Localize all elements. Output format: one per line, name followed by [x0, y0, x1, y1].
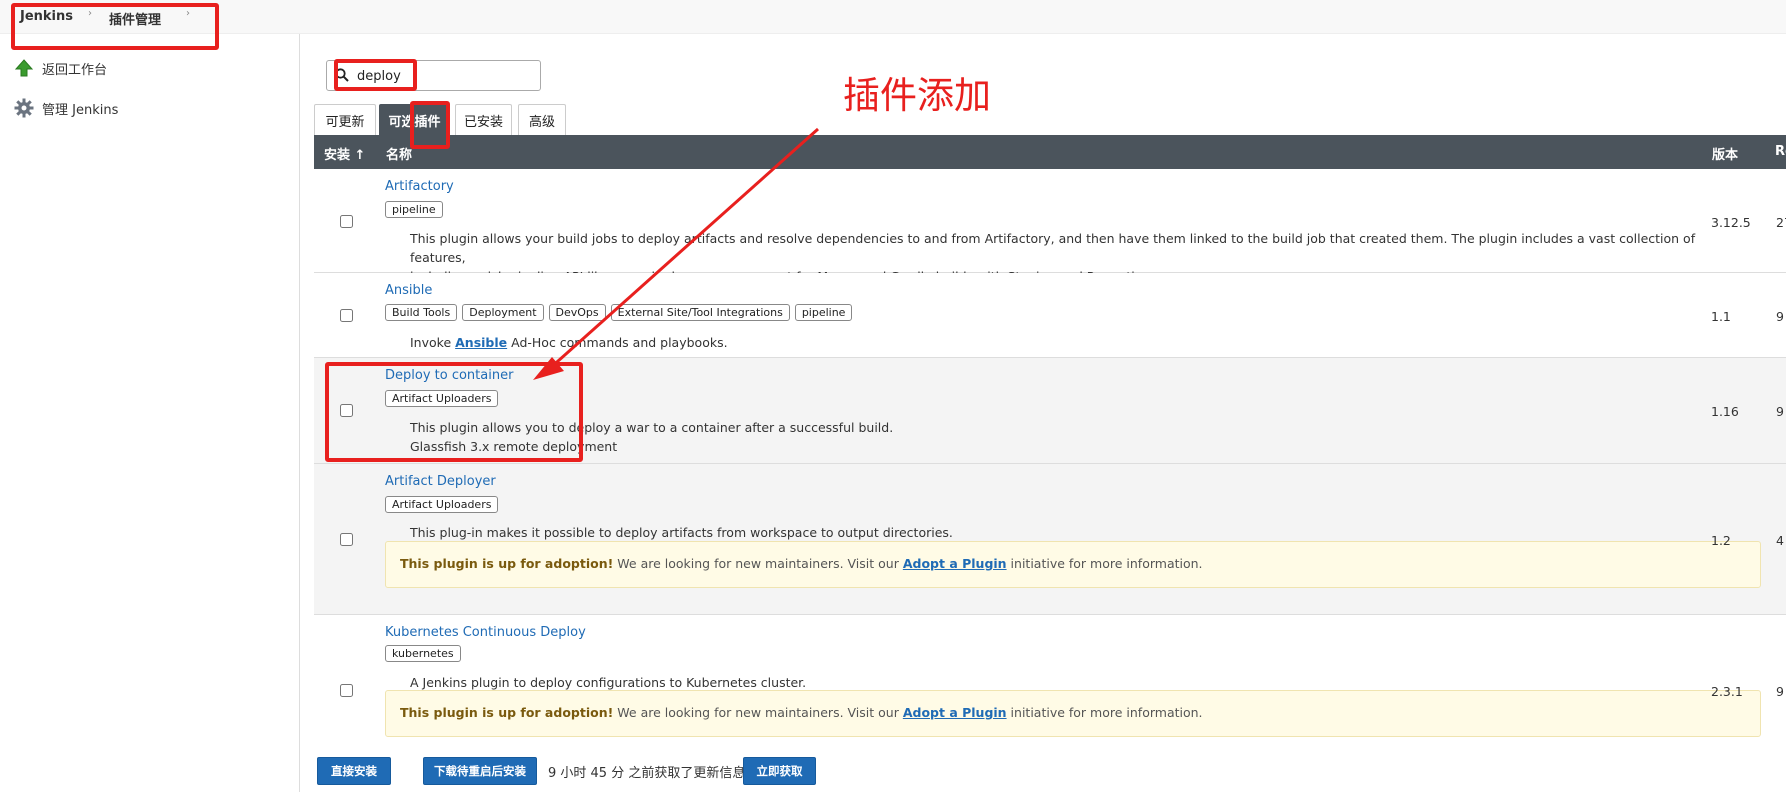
download-and-install-after-restart-button[interactable]: 下载待重启后安装 [423, 757, 537, 785]
plugin-description: This plug-in makes it possible to deploy… [410, 525, 953, 540]
ansible-link[interactable]: Ansible [455, 335, 507, 350]
tab-installed[interactable]: 已安装 [455, 104, 512, 135]
gear-icon [14, 98, 34, 118]
plugin-tag[interactable]: pipeline [794, 304, 853, 321]
plugin-version: 1.16 [1711, 404, 1739, 419]
up-arrow-icon [14, 58, 34, 78]
plugin-version: 2.3.1 [1711, 684, 1743, 699]
install-checkbox[interactable] [340, 684, 353, 697]
table-row: Kubernetes Continuous Deploy kubernetes … [314, 615, 1786, 755]
plugin-released: 9 [1776, 684, 1784, 699]
plugin-name-link[interactable]: Kubernetes Continuous Deploy [385, 625, 586, 640]
adoption-notice: This plugin is up for adoption! We are l… [385, 541, 1761, 588]
check-now-button[interactable]: 立即获取 [743, 757, 816, 785]
column-header-released[interactable]: Re [1775, 144, 1786, 159]
plugin-tag[interactable]: External Site/Tool Integrations [610, 304, 790, 321]
update-status-text: 9 小时 45 分 之前获取了更新信息 [548, 766, 746, 781]
plugin-version: 1.2 [1711, 533, 1731, 548]
plugin-tag[interactable]: Deployment [462, 304, 544, 321]
adoption-text: initiative for more information. [1006, 556, 1203, 571]
annotation-box-deploy-to-container [325, 362, 583, 462]
description-line: This plugin allows your build jobs to de… [410, 231, 1696, 265]
adoption-notice: This plugin is up for adoption! We are l… [385, 690, 1761, 737]
sidebar-item-back-to-dashboard[interactable]: 返回工作台 [14, 57, 107, 79]
adoption-title: This plugin is up for adoption! [400, 556, 614, 571]
adopt-a-plugin-link[interactable]: Adopt a Plugin [903, 556, 1007, 571]
tab-updates[interactable]: 可更新 [314, 104, 376, 135]
table-row: Artifactory pipeline This plugin allows … [314, 169, 1786, 284]
column-header-version[interactable]: 版本 [1712, 144, 1738, 163]
annotation-text: 插件添加 [843, 74, 991, 117]
plugin-tag[interactable]: Build Tools [385, 304, 458, 321]
plugin-version: 1.1 [1711, 309, 1731, 324]
plugin-tags: Artifact Uploaders [385, 496, 499, 513]
plugin-name-link[interactable]: Ansible [385, 283, 432, 298]
sidebar-item-label: 返回工作台 [42, 62, 108, 78]
plugin-tag[interactable]: Artifact Uploaders [385, 496, 499, 513]
plugin-released: 4 [1776, 533, 1784, 548]
plugin-tag[interactable]: pipeline [385, 201, 443, 218]
column-header-install[interactable]: 安装 ↑ [324, 144, 365, 163]
plugin-version: 3.12.5 [1711, 215, 1751, 230]
install-checkbox[interactable] [340, 215, 353, 228]
breadcrumb: Jenkins › 插件管理 › [0, 0, 1786, 34]
sidebar-item-label: 管理 Jenkins [42, 102, 119, 118]
adoption-text: We are looking for new maintainers. Visi… [613, 556, 903, 571]
plugin-tags: pipeline [385, 201, 443, 218]
plugin-tags: Build Tools Deployment DevOps External S… [385, 304, 853, 321]
install-checkbox[interactable] [340, 309, 353, 322]
annotation-box-available-tab [410, 101, 450, 149]
plugin-released: 27 [1776, 215, 1786, 230]
plugin-tag[interactable]: kubernetes [385, 645, 461, 662]
table-row: Artifact Deployer Artifact Uploaders Thi… [314, 464, 1786, 615]
tab-advanced[interactable]: 高级 [518, 104, 566, 135]
annotation-box-breadcrumb [11, 3, 219, 50]
plugin-released: 9 [1776, 404, 1784, 419]
sidebar: 返回工作台 管理 Jenkins [0, 34, 300, 792]
sidebar-item-manage-jenkins[interactable]: 管理 Jenkins [14, 97, 118, 119]
adoption-text: We are looking for new maintainers. Visi… [613, 705, 903, 720]
description-text: Ad-Hoc commands and playbooks. [507, 335, 728, 350]
plugin-name-link[interactable]: Artifact Deployer [385, 474, 496, 489]
adopt-a-plugin-link[interactable]: Adopt a Plugin [903, 705, 1007, 720]
install-without-restart-button[interactable]: 直接安装 [317, 757, 391, 785]
install-checkbox[interactable] [340, 533, 353, 546]
plugin-released: 9 [1776, 309, 1784, 324]
plugin-description: Invoke Ansible Ad-Hoc commands and playb… [410, 333, 1210, 352]
plugin-tag[interactable]: DevOps [548, 304, 606, 321]
table-row: Ansible Build Tools Deployment DevOps Ex… [314, 273, 1786, 358]
plugin-name-link[interactable]: Artifactory [385, 179, 454, 194]
description-text: Invoke [410, 335, 456, 350]
table-header: 安装 ↑ 名称 版本 Re [314, 135, 1786, 169]
annotation-box-search [334, 59, 417, 91]
adoption-title: This plugin is up for adoption! [400, 705, 614, 720]
adoption-text: initiative for more information. [1006, 705, 1203, 720]
plugin-tags: kubernetes [385, 645, 461, 662]
column-header-name[interactable]: 名称 [386, 144, 412, 163]
